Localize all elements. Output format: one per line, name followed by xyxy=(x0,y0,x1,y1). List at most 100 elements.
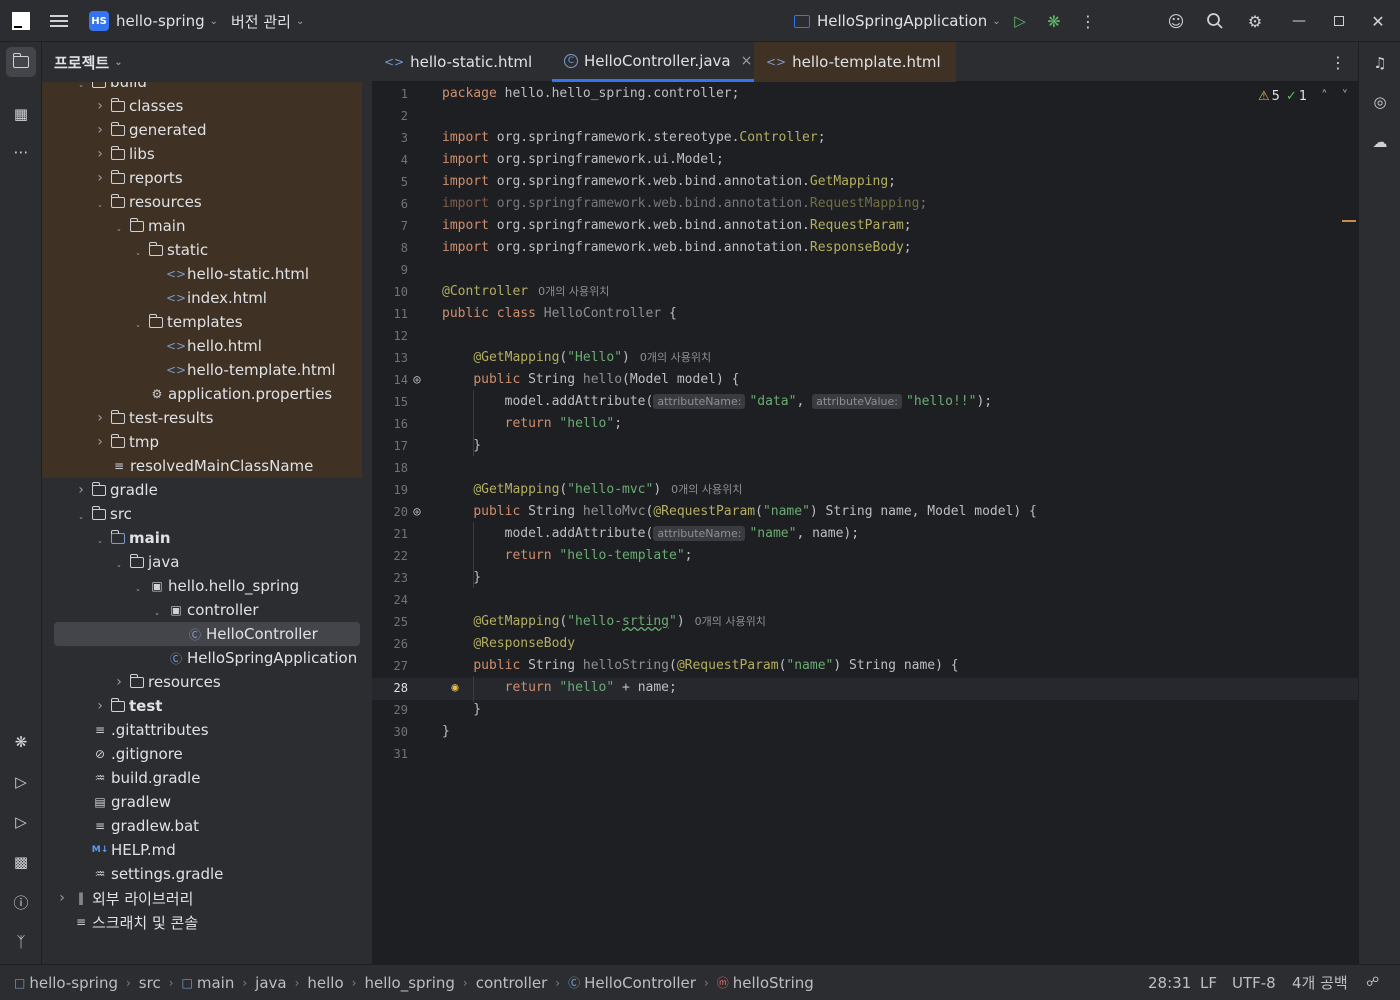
breadcrumb-item[interactable]: □ hello-spring xyxy=(14,974,118,992)
chevron-right-icon[interactable]: › xyxy=(93,170,107,186)
chevron-down-icon[interactable]: ˄ xyxy=(74,509,88,519)
tree-item[interactable]: ▤ gradlew xyxy=(42,790,362,814)
gradle-icon[interactable]: ☁ xyxy=(1368,130,1392,154)
minimize-icon[interactable]: — xyxy=(1287,9,1311,33)
tab-options-icon[interactable]: ⋮ xyxy=(1326,50,1350,74)
file-encoding[interactable]: UTF-8 xyxy=(1232,974,1276,992)
chevron-right-icon[interactable]: › xyxy=(93,698,107,714)
tree-item[interactable]: ≡ resolvedMainClassName xyxy=(42,454,362,478)
settings-gear-icon[interactable]: ⚙ xyxy=(1243,9,1267,33)
tree-item[interactable]: ⊘ .gitignore xyxy=(42,742,362,766)
debug-icon[interactable]: ❋ xyxy=(1042,9,1066,33)
tree-item[interactable]: <> hello.html xyxy=(42,334,362,358)
vcs-menu[interactable]: 버전 관리 ⌄ xyxy=(231,0,304,42)
usage-hint[interactable]: 0개의 사용위치 xyxy=(538,285,609,298)
problems-icon[interactable]: ⓘ xyxy=(9,890,33,914)
breadcrumb-item[interactable]: Ⓒ HelloController xyxy=(568,974,696,992)
services-icon[interactable]: ▷ xyxy=(9,770,33,794)
tree-item[interactable]: ˄ ▣ controller xyxy=(42,598,362,622)
structure-icon[interactable]: ▦ xyxy=(9,102,33,126)
chevron-down-icon[interactable]: ˄ xyxy=(131,245,145,255)
tab-hello-controller[interactable]: C HelloController.java × xyxy=(552,42,765,82)
chevron-down-icon[interactable]: ˄ xyxy=(112,221,126,231)
project-panel-header[interactable]: 프로젝트 ⌄ xyxy=(42,42,372,82)
more-tools-icon[interactable]: ⋯ xyxy=(9,140,33,164)
tree-item[interactable]: <> index.html xyxy=(42,286,362,310)
usage-hint[interactable]: 0개의 사용위치 xyxy=(640,351,711,364)
endpoint-gutter-icon[interactable]: ◎ xyxy=(410,372,424,386)
usage-hint[interactable]: 0개의 사용위치 xyxy=(671,483,742,496)
tree-item[interactable]: › test xyxy=(42,694,362,718)
tree-item[interactable]: ≡ 스크래치 및 콘솔 xyxy=(42,910,362,934)
tree-item[interactable]: › libs xyxy=(42,142,362,166)
close-icon[interactable]: ✕ xyxy=(1366,9,1390,33)
search-icon[interactable] xyxy=(1203,9,1227,33)
notifications-bell-icon[interactable]: ♫ xyxy=(1368,51,1392,75)
run-tool-icon[interactable]: ▷ xyxy=(9,810,33,834)
tree-item[interactable]: › tmp xyxy=(42,430,362,454)
breadcrumb-item[interactable]: ⓜ helloString xyxy=(717,974,814,992)
chevron-right-icon[interactable]: › xyxy=(93,98,107,114)
inspection-widget[interactable]: ⚠ 5 ✓ 1 ˄ ˅ xyxy=(1258,89,1348,104)
chevron-right-icon[interactable]: › xyxy=(93,434,107,450)
breadcrumb-item[interactable]: java xyxy=(255,974,286,992)
breadcrumb-item[interactable]: hello xyxy=(307,974,343,992)
breadcrumb-item[interactable]: src xyxy=(139,974,161,992)
tree-item[interactable]: ˄ resources xyxy=(42,190,362,214)
tree-item[interactable]: ˄ ▣ hello.hello_spring xyxy=(42,574,362,598)
prev-highlight-icon[interactable]: ˄ xyxy=(1321,89,1328,104)
tree-item[interactable]: ⚙ application.properties xyxy=(42,382,362,406)
tree-item[interactable]: › test-results xyxy=(42,406,362,430)
lock-icon[interactable]: ☍ xyxy=(1366,975,1379,990)
tree-item[interactable]: ♒ settings.gradle xyxy=(42,862,362,886)
chevron-down-icon[interactable]: ˄ xyxy=(93,533,107,543)
tree-item[interactable]: ˄ static xyxy=(42,238,362,262)
tree-item[interactable]: ˄ templates xyxy=(42,310,362,334)
tree-item[interactable]: ˄ src xyxy=(42,502,362,526)
tree-item[interactable]: › generated xyxy=(42,118,362,142)
breadcrumb-item[interactable]: hello_spring xyxy=(364,974,454,992)
tree-item[interactable]: <> hello-static.html xyxy=(42,262,362,286)
tree-item[interactable]: › resources xyxy=(42,670,362,694)
chevron-right-icon[interactable]: › xyxy=(93,146,107,162)
chevron-right-icon[interactable]: › xyxy=(55,890,69,906)
tab-hello-static[interactable]: <> hello-static.html xyxy=(372,42,544,82)
run-config-selector[interactable]: HelloSpringApplication ⌄ xyxy=(794,0,1001,42)
run-icon[interactable]: ▷ xyxy=(1008,9,1032,33)
terminal-icon[interactable]: ▩ xyxy=(9,850,33,874)
tree-item[interactable]: › classes xyxy=(42,94,362,118)
ai-assistant-icon[interactable]: ◎ xyxy=(1368,90,1392,114)
tree-item[interactable]: ˄ main xyxy=(42,526,362,550)
breadcrumb-item[interactable]: □ main xyxy=(182,974,235,992)
chevron-right-icon[interactable]: › xyxy=(93,410,107,426)
next-highlight-icon[interactable]: ˅ xyxy=(1342,89,1349,104)
app-logo-icon[interactable] xyxy=(12,0,30,42)
tree-item[interactable]: <> hello-template.html xyxy=(42,358,362,382)
line-separator[interactable]: LF xyxy=(1200,974,1217,992)
chevron-down-icon[interactable]: ˄ xyxy=(131,581,145,591)
tree-item[interactable]: › reports xyxy=(42,166,362,190)
chevron-right-icon[interactable]: › xyxy=(93,122,107,138)
tree-item[interactable]: ≡ gradlew.bat xyxy=(42,814,362,838)
add-user-icon[interactable]: ☺ xyxy=(1164,9,1188,33)
chevron-right-icon[interactable]: › xyxy=(112,674,126,690)
tree-item[interactable]: ♒ build.gradle xyxy=(42,766,362,790)
project-switcher[interactable]: HS hello-spring ⌄ xyxy=(89,0,218,42)
maximize-icon[interactable] xyxy=(1327,9,1351,33)
main-menu-icon[interactable] xyxy=(50,0,68,42)
tree-item[interactable]: ˄ main xyxy=(42,214,362,238)
endpoint-gutter-icon[interactable]: ◎ xyxy=(410,504,424,518)
tree-item[interactable]: ≡ .gitattributes xyxy=(42,718,362,742)
project-folder-icon[interactable] xyxy=(6,47,36,77)
tree-item[interactable]: ˄ java xyxy=(42,550,362,574)
git-icon[interactable]: ᛉ xyxy=(9,930,33,954)
tree-item[interactable]: › gradle xyxy=(42,478,362,502)
chevron-down-icon[interactable]: ˄ xyxy=(112,557,126,567)
tree-item[interactable]: M↓ HELP.md xyxy=(42,838,362,862)
debug-tool-icon[interactable]: ❋ xyxy=(9,730,33,754)
breadcrumb-item[interactable]: controller xyxy=(476,974,548,992)
close-tab-icon[interactable]: × xyxy=(741,53,753,69)
tree-item[interactable]: Ⓒ HelloController xyxy=(54,622,360,646)
caret-position[interactable]: 28:31 xyxy=(1148,974,1191,992)
tab-hello-template[interactable]: <> hello-template.html xyxy=(754,42,956,82)
